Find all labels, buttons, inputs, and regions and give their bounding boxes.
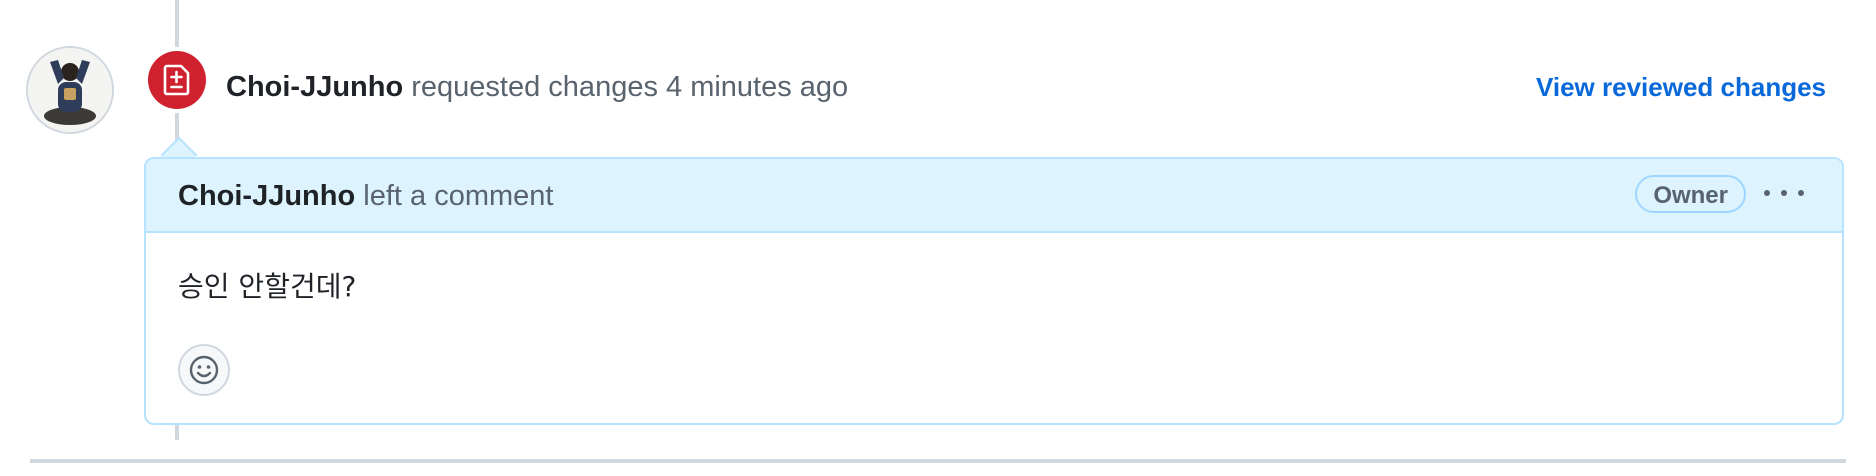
avatar[interactable] (28, 48, 112, 132)
review-time[interactable]: 4 minutes ago (666, 71, 848, 103)
review-comment: Choi-JJunho left a comment Owner 승인 안할건데… (144, 157, 1844, 425)
menu-dot (1764, 190, 1770, 196)
smiley-icon (189, 355, 219, 385)
comment-author[interactable]: Choi-JJunho (178, 180, 355, 212)
review-action: requested changes (411, 71, 658, 103)
kebab-horizontal-icon[interactable] (1764, 183, 1804, 203)
timeline-divider (30, 459, 1846, 463)
add-reaction-button[interactable] (178, 344, 230, 396)
comment-header-text: Choi-JJunho left a comment (178, 177, 553, 215)
review-event-header: Choi-JJunho requested changes 4 minutes … (226, 68, 848, 106)
file-diff-icon (148, 51, 206, 109)
comment-header: Choi-JJunho left a comment Owner (146, 159, 1842, 233)
pr-timeline: Choi-JJunho requested changes 4 minutes … (0, 0, 1876, 476)
comment-body: 승인 안할건데? (178, 270, 357, 303)
menu-dot (1798, 190, 1804, 196)
comment-action: left a comment (363, 180, 554, 212)
review-author[interactable]: Choi-JJunho (226, 71, 403, 103)
menu-dot (1781, 190, 1787, 196)
owner-badge: Owner (1635, 175, 1746, 213)
view-reviewed-changes-link[interactable]: View reviewed changes (1536, 70, 1826, 104)
